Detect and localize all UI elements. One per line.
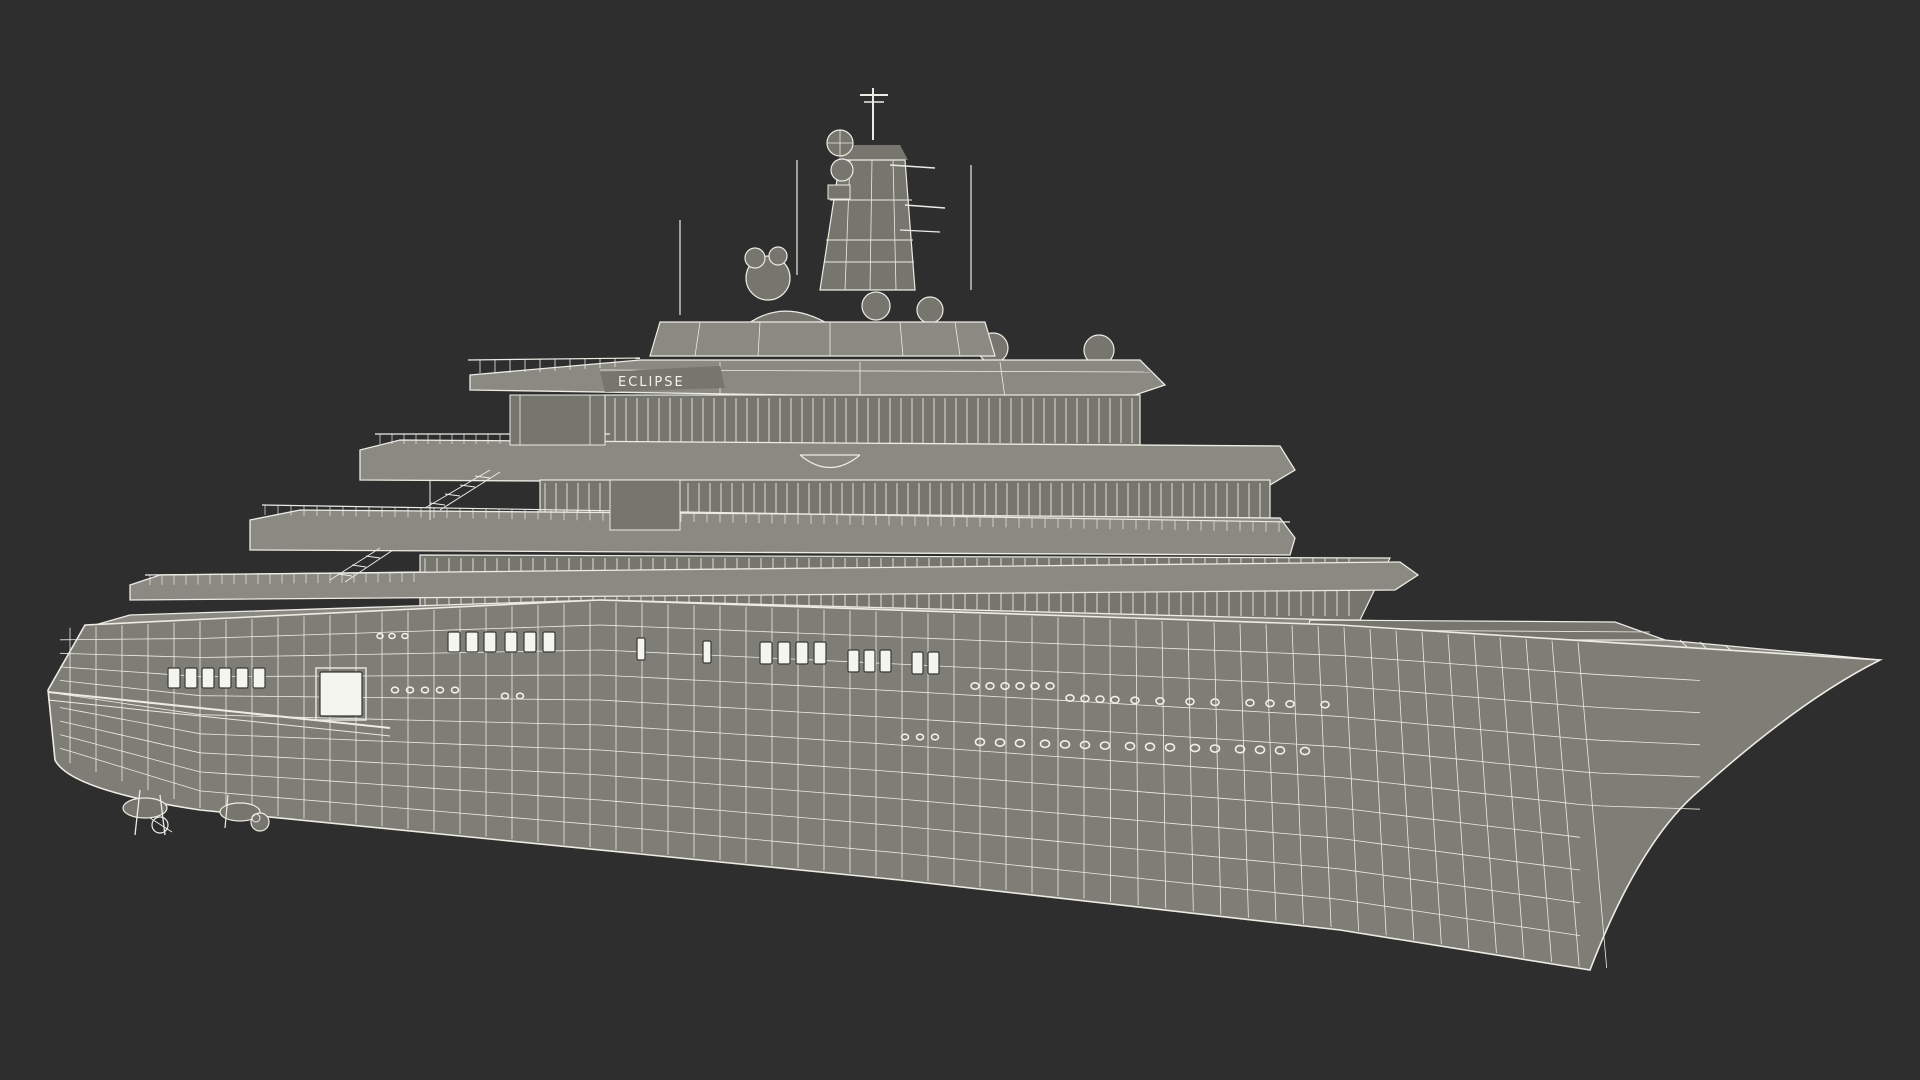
render-viewport: ECLIPSE [0,0,1920,1080]
hull [47,599,1884,971]
bridge-deck: ECLIPSE [467,321,1167,401]
middle-deck [249,469,1296,556]
upper-deck [359,394,1296,486]
yacht-name-plate: ECLIPSE [618,375,685,390]
yacht-wireframe-render: ECLIPSE [47,88,1884,971]
mast [679,88,972,315]
